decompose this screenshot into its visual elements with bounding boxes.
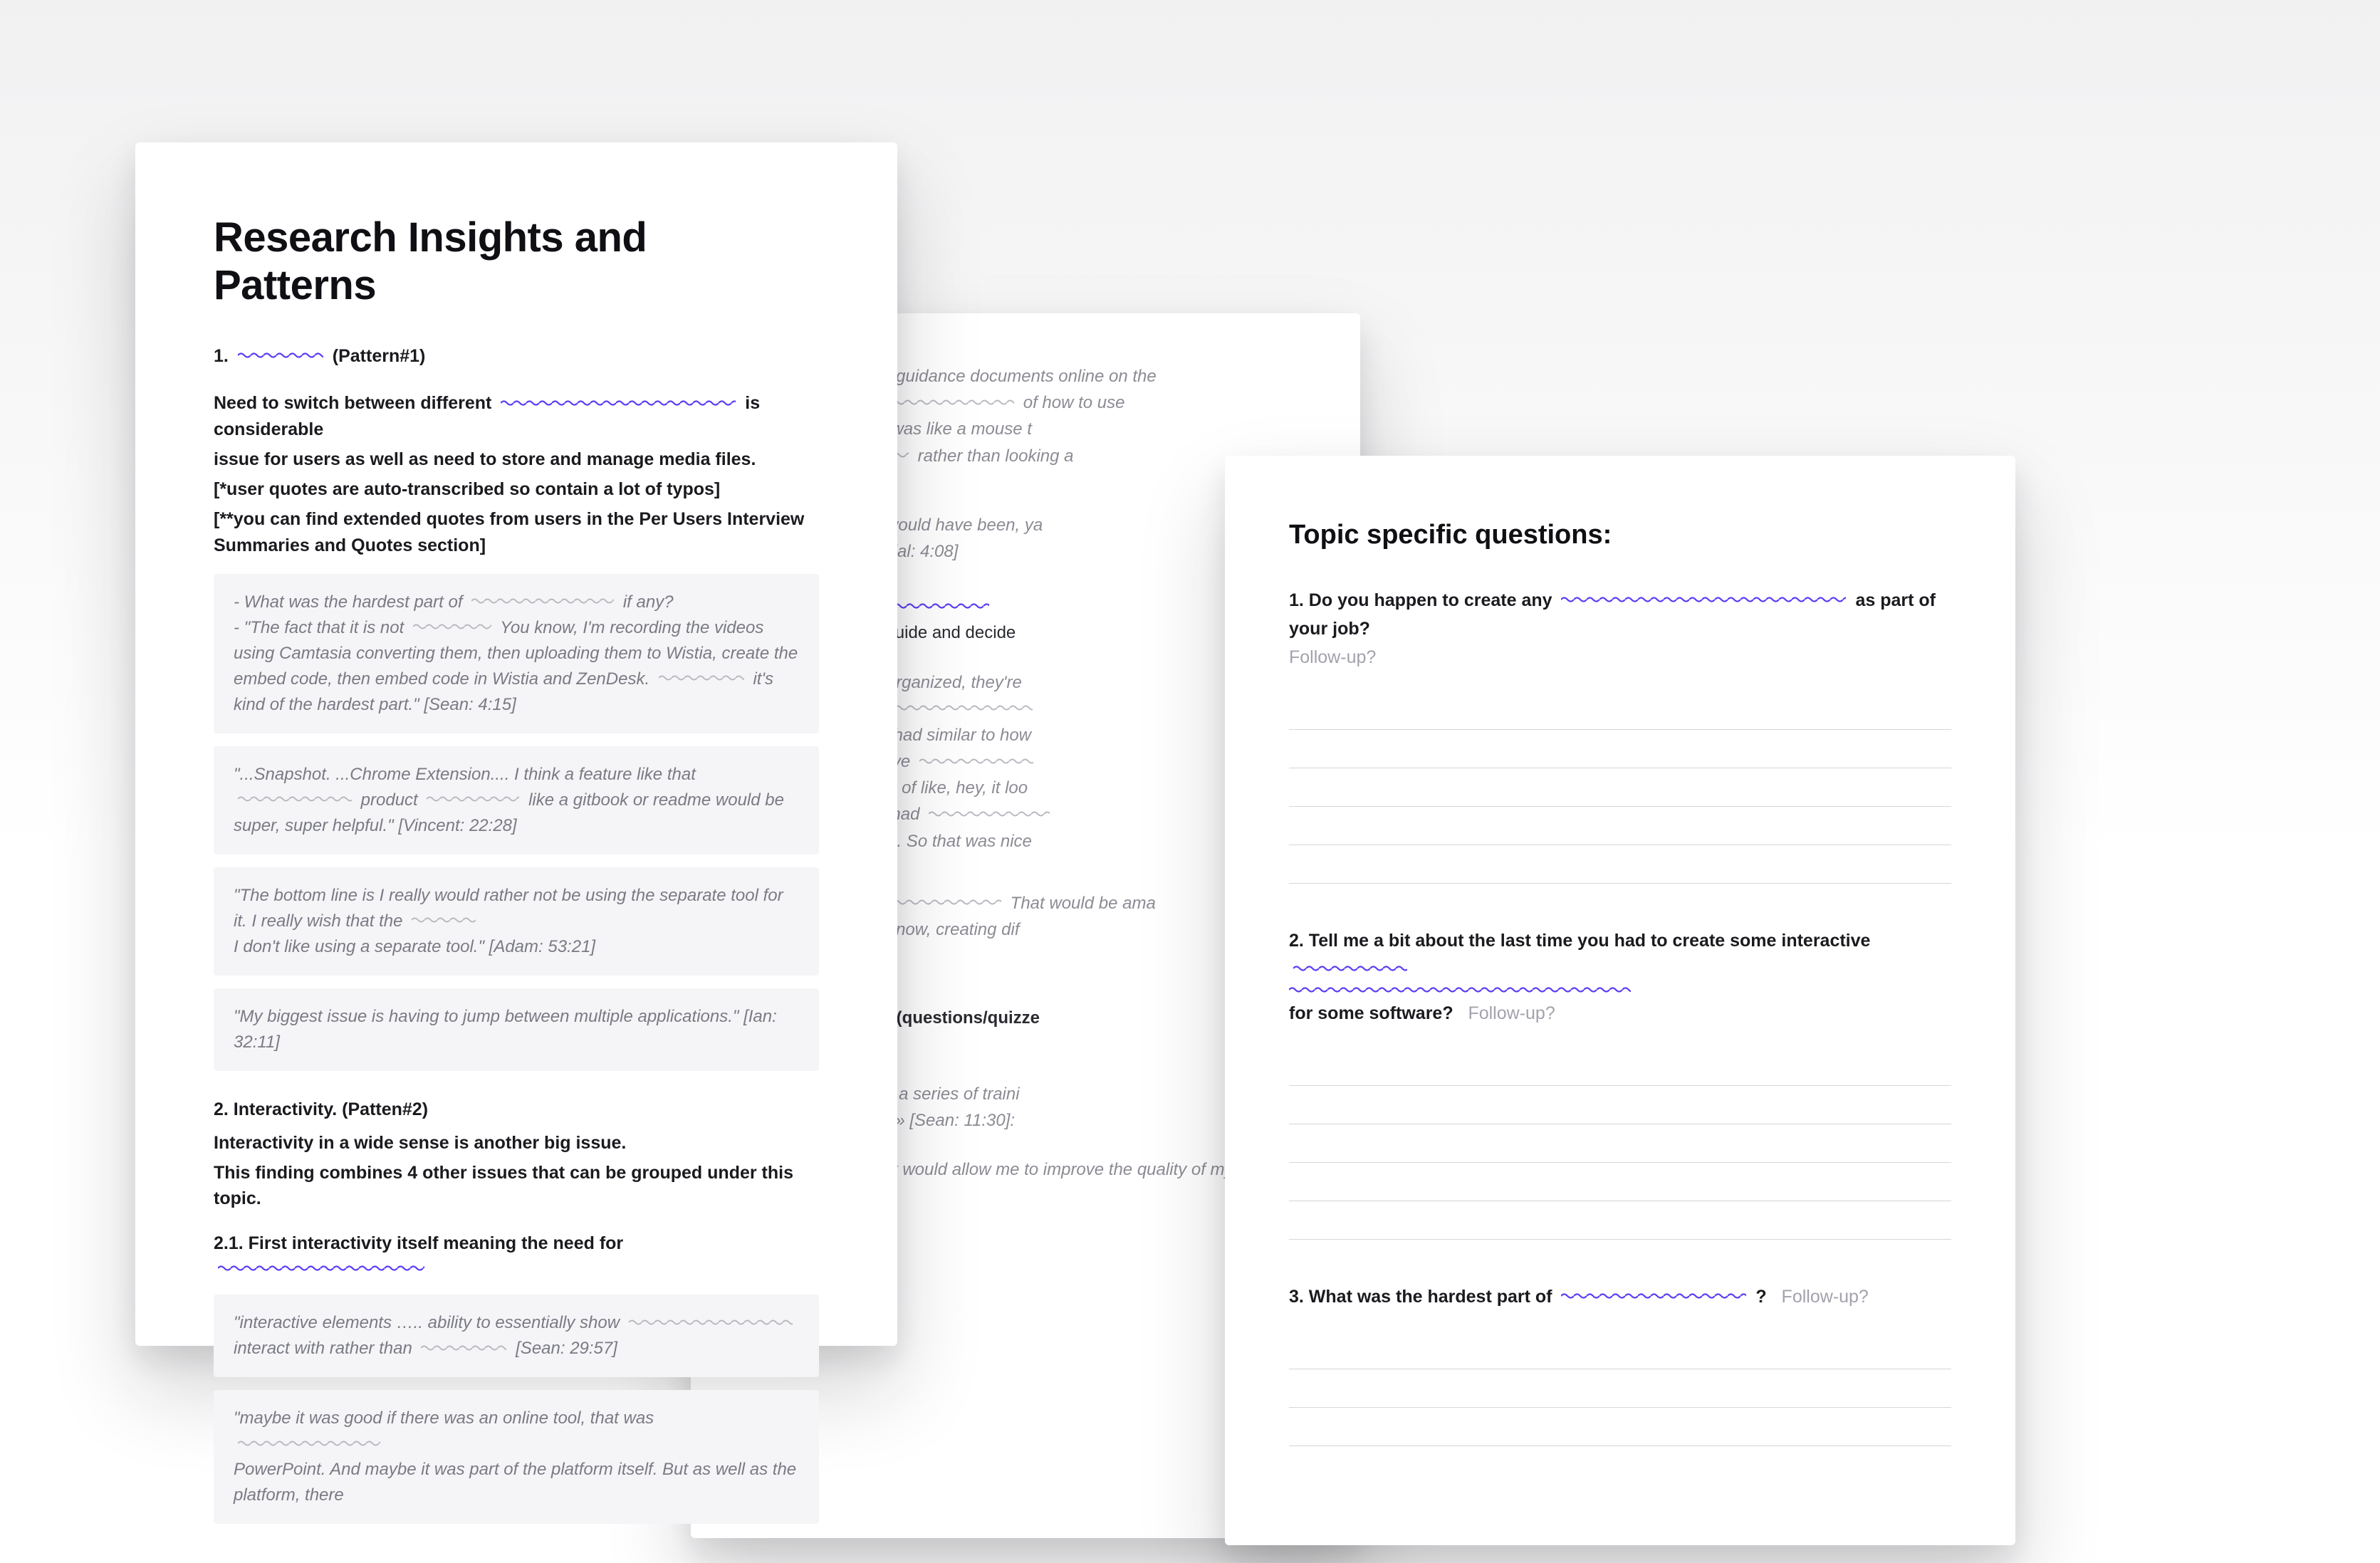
redaction-squiggle [1293,965,1407,972]
document-left: Research Insights and Patterns 1. (Patte… [135,142,897,1346]
redaction-squiggle [659,674,744,681]
redaction-squiggle [238,1440,380,1447]
text: of how to use [1023,393,1125,412]
followup-label: Follow-up? [1782,1287,1869,1307]
blank-line[interactable] [1289,691,1951,730]
summary-line: Interactivity in a wide sense is another… [214,1130,819,1156]
text: - What was the hardest part of [234,592,462,612]
quote-text: "interactive elements ….. ability to ess… [234,1310,799,1361]
redaction-squiggle [421,1344,506,1352]
answer-lines [1289,1047,1951,1240]
quote-text: - What was the hardest part of if any? -… [234,590,799,718]
summary-line: This finding combines 4 other issues tha… [214,1160,819,1212]
text: 1. Do you happen to create any [1289,590,1552,610]
blank-line[interactable] [1289,1163,1951,1201]
text: ? [1755,1287,1766,1307]
quote-text: "...Snapshot. ...Chrome Extension.... I … [234,762,799,839]
redaction-squiggle [238,352,323,359]
text: product [361,790,418,810]
text: "maybe it was good if there was an onlin… [234,1408,654,1428]
quote-block: "My biggest issue is having to jump betw… [214,988,819,1071]
pattern-1-number-row: 1. (Pattern#1) [214,343,819,369]
sub-pattern-heading: 2.1. First interactivity itself meaning … [214,1230,819,1282]
blank-line[interactable] [1289,1086,1951,1124]
text: (questions/quizze [897,1008,1040,1028]
redaction-squiggle [413,623,491,630]
text: 2.1. First interactivity itself meaning … [214,1233,623,1253]
blank-line[interactable] [1289,1124,1951,1163]
question-text: 2. Tell me a bit about the last time you… [1289,926,1951,1028]
blank-line[interactable] [1289,1369,1951,1408]
text: "interactive elements ….. ability to ess… [234,1313,620,1332]
text: for some software? [1289,1003,1453,1023]
text: rather than looking a [918,446,1074,466]
redaction-squiggle [1561,596,1846,603]
summary-line: Need to switch between different is cons… [214,390,819,442]
text: 1. [214,346,229,366]
document-right: Topic specific questions: 1. Do you happ… [1225,456,2015,1545]
quote-block: "maybe it was good if there was an onlin… [214,1390,819,1524]
quote-block: "The bottom line is I really would rathe… [214,867,819,976]
summary-line: issue for users as well as need to store… [214,446,819,472]
answer-lines [1289,1331,1951,1446]
redaction-squiggle [412,916,476,924]
text: That would be ama [1011,894,1156,913]
text: Need to switch between different [214,393,491,413]
text: PowerPoint. And maybe it was part of the… [234,1460,796,1505]
question-text: 3. What was the hardest part of ? Follow… [1289,1282,1951,1311]
quote-text: "The bottom line is I really would rathe… [234,883,799,960]
redaction-squiggle [218,1265,424,1272]
blank-line[interactable] [1289,807,1951,845]
followup-label: Follow-up? [1468,1003,1555,1023]
pattern-2-heading: 2. Interactivity. (Patten#2) [214,1099,819,1120]
pattern-1-header: 1. (Pattern#1) [214,343,819,369]
question-block: 1. Do you happen to create any as part o… [1289,586,1951,884]
quote-block: "interactive elements ….. ability to ess… [214,1295,819,1377]
note-line: [*user quotes are auto-transcribed so co… [214,476,819,502]
question-text: 1. Do you happen to create any as part o… [1289,586,1951,643]
text: "...Snapshot. ...Chrome Extension.... I … [234,765,696,784]
blank-line[interactable] [1289,730,1951,768]
redaction-squiggle [629,1319,793,1326]
text: "The bottom line is I really would rathe… [234,886,783,931]
redaction-squiggle [238,795,352,803]
text: (Pattern#1) [333,346,426,366]
redaction-squiggle [1289,986,1631,993]
question-block: 2. Tell me a bit about the last time you… [1289,926,1951,1240]
text: 2. Tell me a bit about the last time you… [1289,931,1870,951]
section-title: Topic specific questions: [1289,520,1951,550]
page-title: Research Insights and Patterns [214,214,819,309]
text: if any? [623,592,674,612]
text: it would allow me to improve the quality… [889,1160,1280,1179]
blank-line[interactable] [1289,1331,1951,1369]
redaction-squiggle [1561,1292,1746,1300]
note-line: [**you can find extended quotes from use… [214,506,819,558]
quote-block: "...Snapshot. ...Chrome Extension.... I … [214,746,819,854]
blank-line[interactable] [1289,1408,1951,1446]
redaction-squiggle [929,810,1050,817]
quote-text: "My biggest issue is having to jump betw… [234,1004,799,1055]
blank-line[interactable] [1289,768,1951,807]
quote-block: - What was the hardest part of if any? -… [214,574,819,733]
blank-line[interactable] [1289,845,1951,884]
blank-line[interactable] [1289,1201,1951,1240]
answer-lines [1289,691,1951,884]
text: 3. What was the hardest part of [1289,1287,1552,1307]
question-block: 3. What was the hardest part of ? Follow… [1289,1282,1951,1446]
redaction-squiggle [919,758,1033,765]
redaction-squiggle [471,597,614,605]
text: I don't like using a separate tool." [Ad… [234,937,595,956]
text: - "The fact that it is not [234,618,404,637]
blank-line[interactable] [1289,1047,1951,1086]
redaction-squiggle [501,399,736,407]
quote-text: "maybe it was good if there was an onlin… [234,1406,799,1508]
followup-label: Follow-up? [1289,643,1951,671]
text: [Sean: 29:57] [516,1339,617,1358]
redaction-squiggle [427,795,519,803]
text: interact with rather than [234,1339,412,1358]
